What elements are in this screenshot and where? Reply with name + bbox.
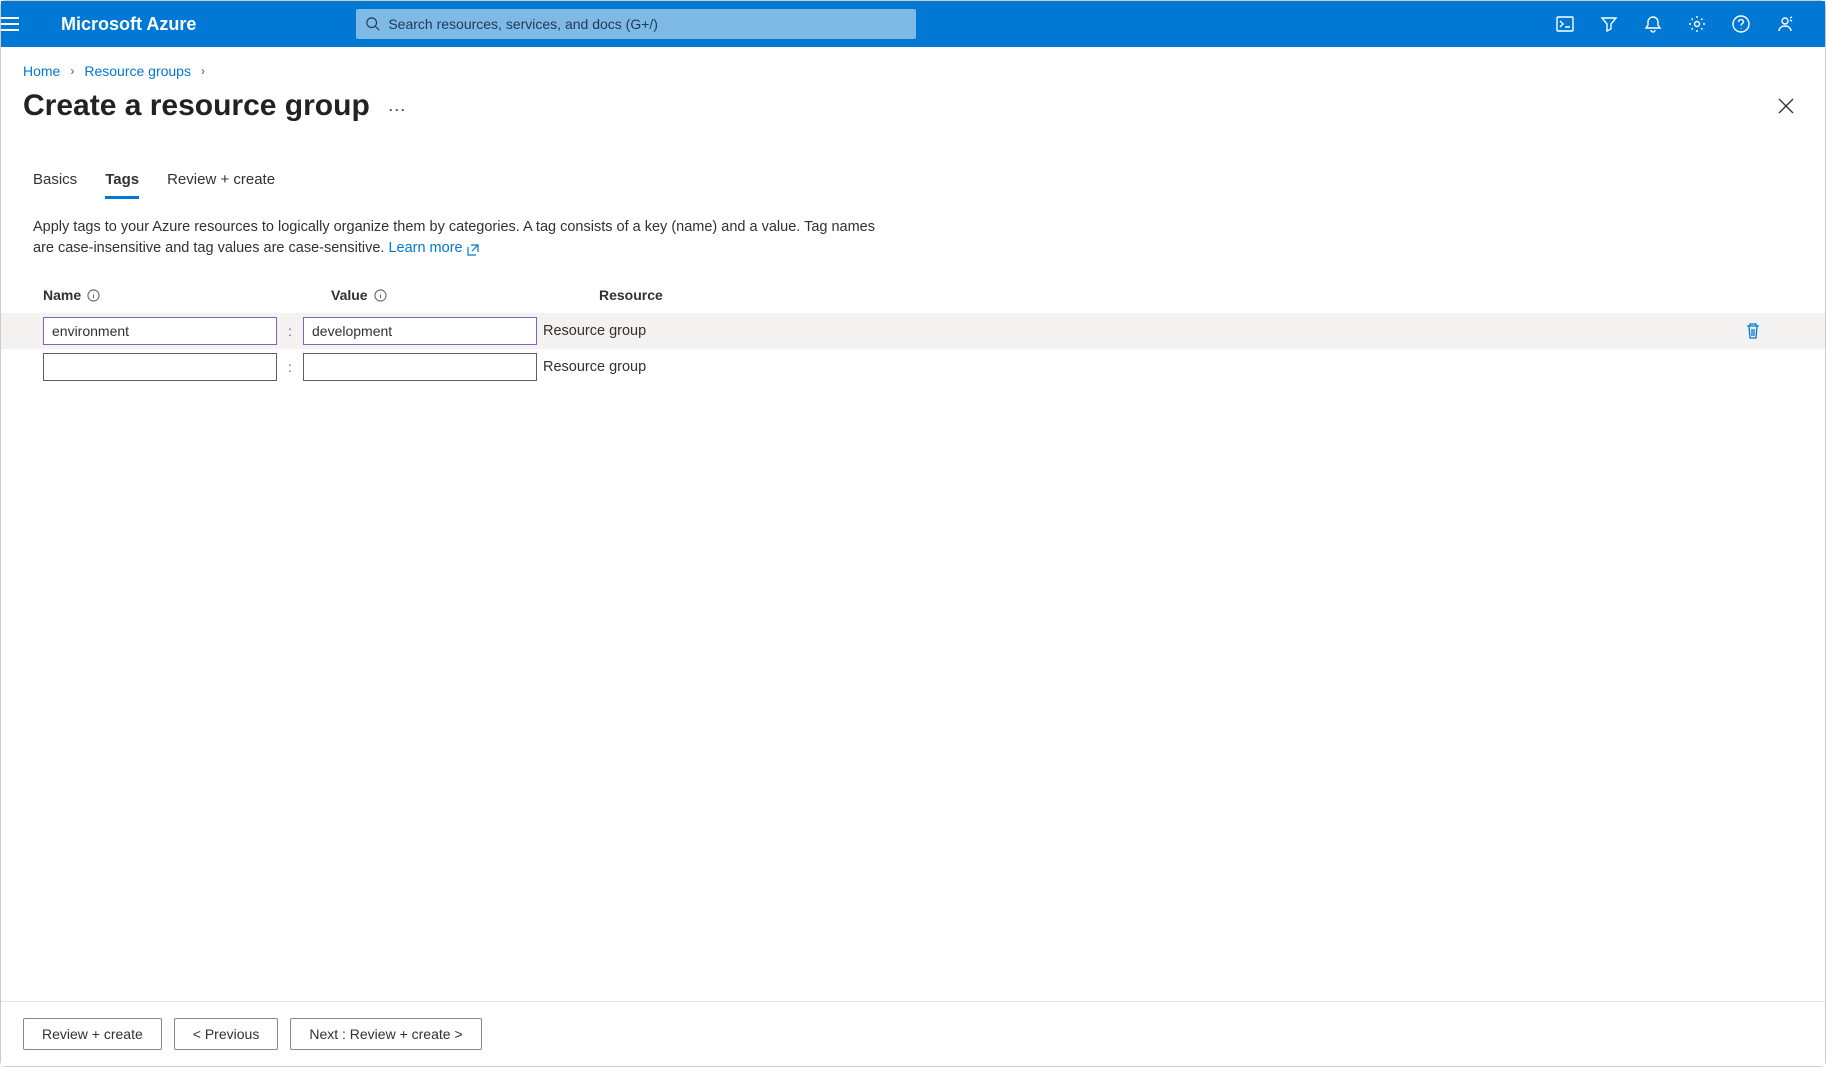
tabs: Basics Tags Review + create [1,133,1825,199]
breadcrumb-resource-groups[interactable]: Resource groups [84,63,191,79]
footer-bar: Review + create < Previous Next : Review… [1,1001,1825,1066]
more-actions-icon[interactable]: ⋯ [388,100,408,121]
filter-icon[interactable] [1587,1,1631,47]
help-icon[interactable] [1719,1,1763,47]
next-button[interactable]: Next : Review + create > [290,1018,481,1050]
topbar-icons [1543,1,1825,47]
tab-review-create[interactable]: Review + create [167,171,275,199]
tab-basics[interactable]: Basics [33,171,77,199]
delete-tag-button[interactable] [1745,322,1761,340]
notifications-icon[interactable] [1631,1,1675,47]
tag-resource-label: Resource group [543,359,743,375]
search-input[interactable]: Search resources, services, and docs (G+… [356,9,916,39]
breadcrumb-home[interactable]: Home [23,63,60,79]
colon-separator: : [277,359,303,375]
colon-separator: : [277,323,303,339]
chevron-right-icon: › [70,64,74,78]
cloud-shell-icon[interactable] [1543,1,1587,47]
feedback-icon[interactable] [1763,1,1807,47]
search-icon [366,17,380,31]
tag-value-input[interactable] [303,317,537,345]
tab-tags[interactable]: Tags [105,171,139,199]
tag-row: : Resource group [1,313,1825,349]
close-icon [1777,97,1795,115]
description: Apply tags to your Azure resources to lo… [1,199,901,259]
tag-row: : Resource group [1,349,1825,385]
settings-icon[interactable] [1675,1,1719,47]
menu-toggle[interactable] [1,17,49,31]
tag-resource-label: Resource group [543,323,743,339]
info-icon[interactable] [87,289,100,302]
info-icon[interactable] [374,289,387,302]
brand-label[interactable]: Microsoft Azure [49,14,236,35]
search-placeholder: Search resources, services, and docs (G+… [388,16,658,32]
top-bar: Microsoft Azure Search resources, servic… [1,1,1825,47]
previous-button[interactable]: < Previous [174,1018,279,1050]
page-title: Create a resource group [23,89,370,123]
search-container: Search resources, services, and docs (G+… [356,9,916,39]
review-create-button[interactable]: Review + create [23,1018,162,1050]
external-link-icon [467,244,479,256]
trash-icon [1745,322,1761,340]
header-resource: Resource [599,287,663,303]
chevron-right-icon: › [201,64,205,78]
learn-more-link[interactable]: Learn more [388,240,478,256]
header-name: Name [43,287,81,303]
tag-value-input[interactable] [303,353,537,381]
tag-name-input[interactable] [43,317,277,345]
close-button[interactable] [1777,97,1795,115]
breadcrumb: Home › Resource groups › [1,47,1825,85]
header-value: Value [331,287,368,303]
title-bar: Create a resource group ⋯ [1,85,1825,133]
tag-name-input[interactable] [43,353,277,381]
tag-table-headers: Name Value Resource [1,259,1825,313]
